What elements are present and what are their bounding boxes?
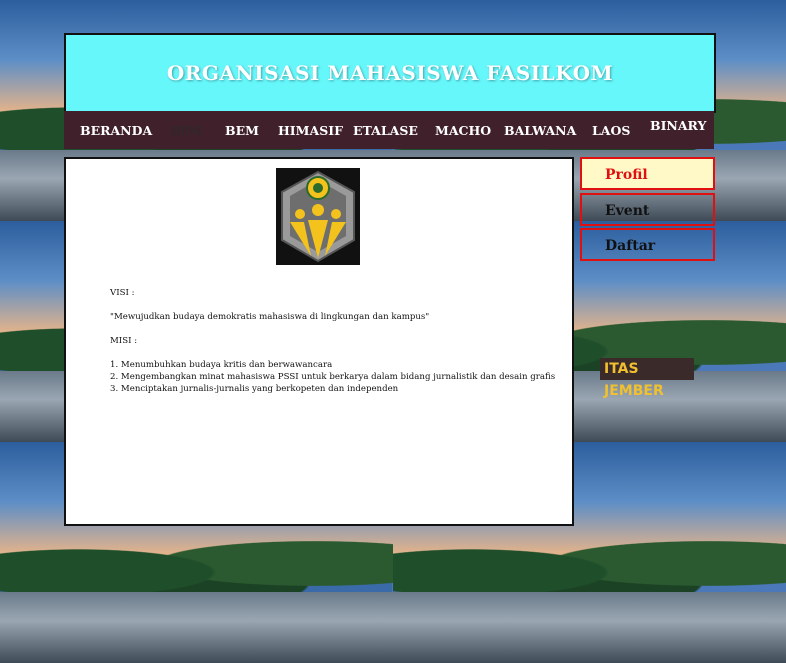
visi-label: VISI : <box>110 288 135 298</box>
misi-item: 3. Menciptakan jurnalis-jurnalis yang be… <box>110 384 399 394</box>
visi-text: "Mewujudkan budaya demokratis mahasiswa … <box>110 312 430 322</box>
sidebar-item-event[interactable]: Event <box>580 193 715 226</box>
misi-item: 1. Menumbuhkan budaya kritis dan berwawa… <box>110 360 333 370</box>
misi-item: 2. Mengembangkan minat mahasiswa PSSI un… <box>110 372 556 382</box>
nav-item-balwana[interactable]: BALWANA <box>504 111 576 149</box>
nav-item-bem[interactable]: BEM <box>225 111 259 149</box>
sidebar-item-daftar[interactable]: Daftar <box>580 228 715 261</box>
main-nav: BERANDA BPM BEM HIMASIF ETALASE MACHO BA… <box>64 111 714 149</box>
profile-text: VISI : "Mewujudkan budaya demokratis mah… <box>110 287 560 395</box>
nav-item-laos[interactable]: LAOS <box>592 111 630 149</box>
sidebar-item-label: Daftar <box>605 238 656 254</box>
bpm-logo-icon <box>276 168 360 265</box>
nav-item-binary[interactable]: BINARY <box>650 106 706 144</box>
background-sign: ITAS JEMBER <box>600 358 694 399</box>
sidebar-item-profil[interactable]: Profil <box>580 157 715 190</box>
nav-item-beranda[interactable]: BERANDA <box>80 111 152 149</box>
sidebar-item-label: Profil <box>605 167 648 183</box>
misi-label: MISI : <box>110 336 138 346</box>
site-title: ORGANISASI MAHASISWA FASILKOM <box>166 61 614 85</box>
nav-item-bpm[interactable]: BPM <box>171 111 201 149</box>
sidebar-item-label: Event <box>605 203 650 219</box>
content-panel: VISI : "Mewujudkan budaya demokratis mah… <box>64 157 574 526</box>
site-header: ORGANISASI MAHASISWA FASILKOM <box>64 33 716 113</box>
nav-item-macho[interactable]: MACHO <box>435 111 491 149</box>
nav-item-himasif[interactable]: HIMASIF <box>278 111 343 149</box>
nav-item-etalase[interactable]: ETALASE <box>353 111 418 149</box>
